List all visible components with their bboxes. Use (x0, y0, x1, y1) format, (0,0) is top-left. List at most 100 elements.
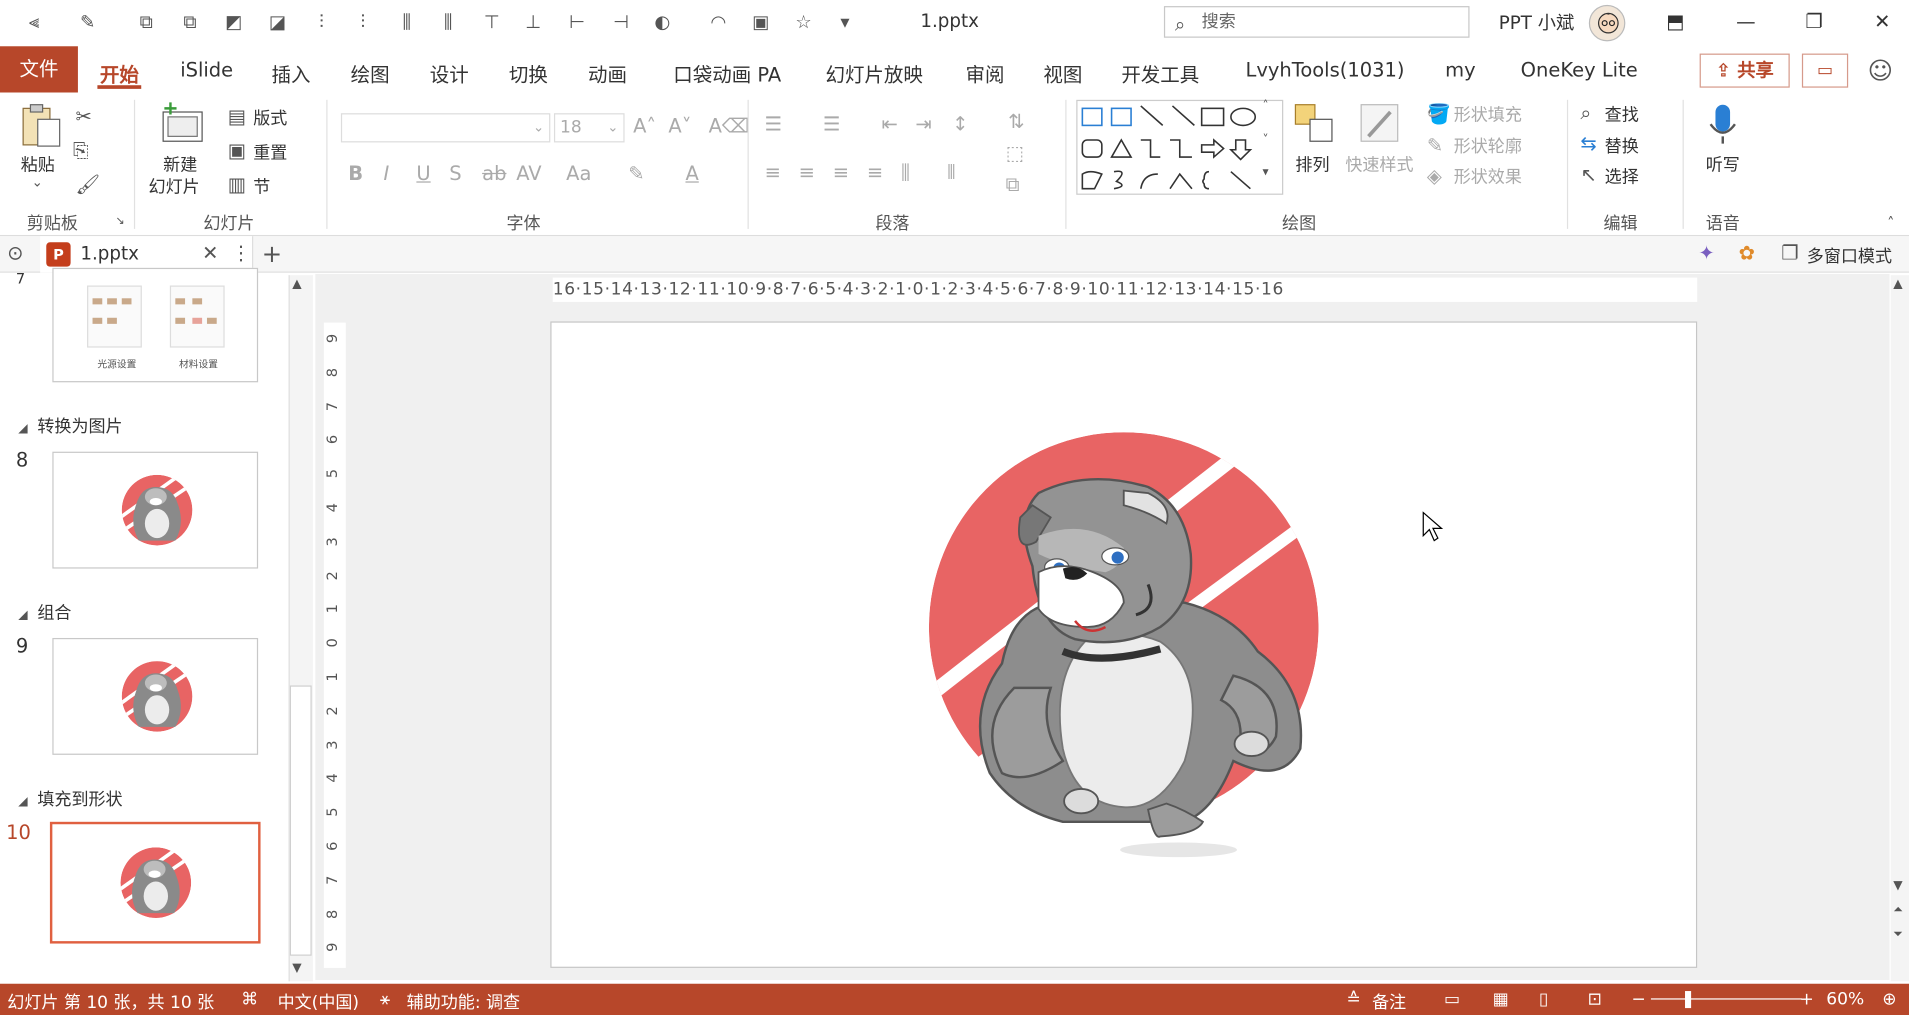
new-slide-icon[interactable] (158, 102, 207, 146)
menu-tab-7[interactable]: 口袋动画 PA (673, 58, 781, 87)
microphone-icon[interactable] (1708, 102, 1737, 146)
shapes-icon[interactable]: ◐ (650, 11, 674, 33)
gallery-down-icon[interactable]: ˅ (1263, 134, 1269, 147)
scroll-up-icon[interactable]: ▲ (1893, 278, 1902, 291)
scroll-down-icon[interactable]: ▼ (1893, 879, 1902, 892)
menu-tab-3[interactable]: 绘图 (351, 58, 390, 87)
shadow-icon[interactable]: S (449, 162, 461, 185)
pen-icon[interactable]: ✎ (75, 11, 99, 33)
distribute-h-icon[interactable]: ⫼ (394, 11, 418, 33)
layout-icon[interactable]: ▤ (228, 105, 246, 128)
scrollbar-thumb[interactable] (289, 685, 312, 956)
replace-button[interactable]: 替换 (1605, 134, 1639, 158)
user-name[interactable]: PPT 小斌 (1499, 10, 1575, 36)
slideshow-icon[interactable]: ⊡ (1588, 990, 1602, 1009)
shape-fill-icon[interactable]: 🪣 (1427, 102, 1451, 125)
menu-tab-11[interactable]: 开发工具 (1121, 58, 1199, 87)
highlight-icon[interactable]: ✎ (628, 162, 644, 185)
smartart-icon[interactable]: ⧉ (1006, 173, 1020, 197)
slide-thumbnail-10[interactable] (49, 821, 261, 944)
decrease-font-icon[interactable]: A˅ (668, 114, 691, 137)
fit-slide-icon[interactable]: ⊕ (1882, 990, 1896, 1009)
restore-icon[interactable]: ❐ (1799, 9, 1828, 36)
font-family-select[interactable]: ⌄ (340, 113, 551, 143)
tab-menu-icon[interactable]: ⋮ (231, 241, 250, 264)
justify-icon[interactable]: ≡ (867, 161, 883, 184)
align-text-icon[interactable]: ⬚ (1006, 141, 1024, 164)
collapse-triangle-icon[interactable]: ◢ (18, 795, 27, 808)
replace-icon[interactable]: ⇆ (1580, 131, 1596, 154)
accessibility-status[interactable]: 辅助功能: 调查 (407, 990, 520, 1014)
slide-sorter-icon[interactable]: ▦ (1493, 990, 1509, 1009)
feedback-icon[interactable]: ☺ (1868, 56, 1893, 85)
freeform-icon[interactable]: ◠ (706, 11, 730, 33)
distributed-icon[interactable]: ⫼ (901, 161, 910, 185)
notes-button[interactable]: 备注 (1372, 990, 1406, 1014)
gallery-more-icon[interactable]: ▾ (1263, 166, 1269, 179)
collapse-triangle-icon[interactable]: ◢ (18, 609, 27, 622)
zoom-slider-track[interactable] (1650, 998, 1802, 1000)
language-status[interactable]: 中文(中国) (278, 990, 359, 1014)
clear-format-icon[interactable]: A⌫ (709, 114, 750, 137)
spellcheck-icon[interactable]: ⌘ (241, 990, 258, 1009)
zoom-slider-thumb[interactable] (1685, 991, 1692, 1009)
text-direction-icon[interactable]: ⇅ (1008, 110, 1024, 133)
char-spacing-icon[interactable]: AV (516, 162, 541, 185)
arrange-icon[interactable] (1293, 102, 1337, 146)
numbering-icon[interactable]: ☰ (823, 112, 840, 135)
cut-icon[interactable]: ✂ (75, 105, 91, 128)
picture-icon[interactable]: ▣ (749, 11, 773, 33)
scroll-up-icon[interactable]: ▲ (292, 278, 301, 291)
menu-tab-10[interactable]: 视图 (1043, 58, 1082, 87)
notes-icon[interactable]: ≙ (1347, 990, 1361, 1009)
multi-window-button[interactable]: 多窗口模式 (1807, 244, 1892, 268)
ribbon-display-icon[interactable]: ⬒ (1661, 9, 1690, 36)
arrange-button[interactable]: 排列 (1295, 152, 1329, 176)
menu-tab-1[interactable]: iSlide (180, 58, 233, 81)
menu-tab-5[interactable]: 切换 (509, 58, 548, 87)
slide-thumbnail-7[interactable]: 光源设置 材料设置 (52, 267, 259, 383)
slide-canvas[interactable] (550, 321, 1698, 968)
tab-history-icon[interactable]: ⊙ (7, 241, 23, 264)
dictate-button[interactable]: 听写 (1706, 152, 1740, 176)
strikethrough-icon[interactable]: ab (482, 162, 506, 185)
normal-view-icon[interactable]: ▭ (1444, 990, 1460, 1009)
collapse-ribbon-icon[interactable]: ˄ (1887, 214, 1894, 231)
clipboard-launcher-icon[interactable]: ↘ (116, 215, 125, 227)
close-icon[interactable]: ✕ (1868, 9, 1897, 36)
align-right-text-icon[interactable]: ≡ (833, 161, 849, 184)
align-right-edge-icon[interactable]: ⊣ (609, 11, 633, 33)
underline-icon[interactable]: U (416, 162, 430, 185)
select-button[interactable]: 选择 (1605, 164, 1639, 188)
editor-scrollbar[interactable] (1890, 275, 1909, 982)
find-icon[interactable]: ⌕ (1580, 101, 1591, 125)
section-header[interactable]: ◢ 组合 (18, 600, 71, 624)
shapes-gallery[interactable] (1076, 99, 1284, 195)
collapse-triangle-icon[interactable]: ◢ (18, 422, 27, 435)
section-header[interactable]: ◢ 填充到形状 (18, 787, 122, 811)
reset-icon[interactable]: ▣ (228, 139, 246, 162)
align-left-edge-icon[interactable]: ⊢ (565, 11, 589, 33)
align-middle-icon[interactable]: ⫶ (351, 11, 375, 33)
ungroup-icon[interactable]: ⧉ (178, 11, 202, 33)
select-icon[interactable]: ↖ (1580, 163, 1596, 186)
paste-label[interactable]: 粘贴 (21, 152, 55, 176)
quick-styles-icon[interactable] (1359, 102, 1403, 146)
reading-view-icon[interactable]: ▯ (1539, 990, 1548, 1009)
next-slide-icon[interactable]: ⏷ (1893, 928, 1903, 941)
bullets-icon[interactable]: ☰ (765, 112, 782, 135)
menu-tab-9[interactable]: 审阅 (965, 58, 1004, 87)
decrease-indent-icon[interactable]: ⇤ (881, 112, 897, 135)
increase-font-icon[interactable]: A˄ (633, 114, 656, 137)
minimize-icon[interactable]: — (1731, 9, 1760, 36)
copy-icon[interactable]: ⎘ (73, 139, 89, 163)
shape-fill-button[interactable]: 形状填充 (1454, 102, 1522, 126)
file-tab[interactable]: 文件 (0, 46, 78, 93)
menu-tab-6[interactable]: 动画 (588, 58, 627, 87)
align-left-icon[interactable]: ⫷ (22, 11, 46, 33)
menu-tab-2[interactable]: 插入 (272, 58, 311, 87)
zoom-in-icon[interactable]: + (1799, 990, 1813, 1009)
menu-tab-14[interactable]: OneKey Lite (1521, 58, 1638, 81)
align-center-icon[interactable]: ⫶ (309, 11, 333, 33)
align-bottom-icon[interactable]: ⊥ (521, 11, 545, 33)
